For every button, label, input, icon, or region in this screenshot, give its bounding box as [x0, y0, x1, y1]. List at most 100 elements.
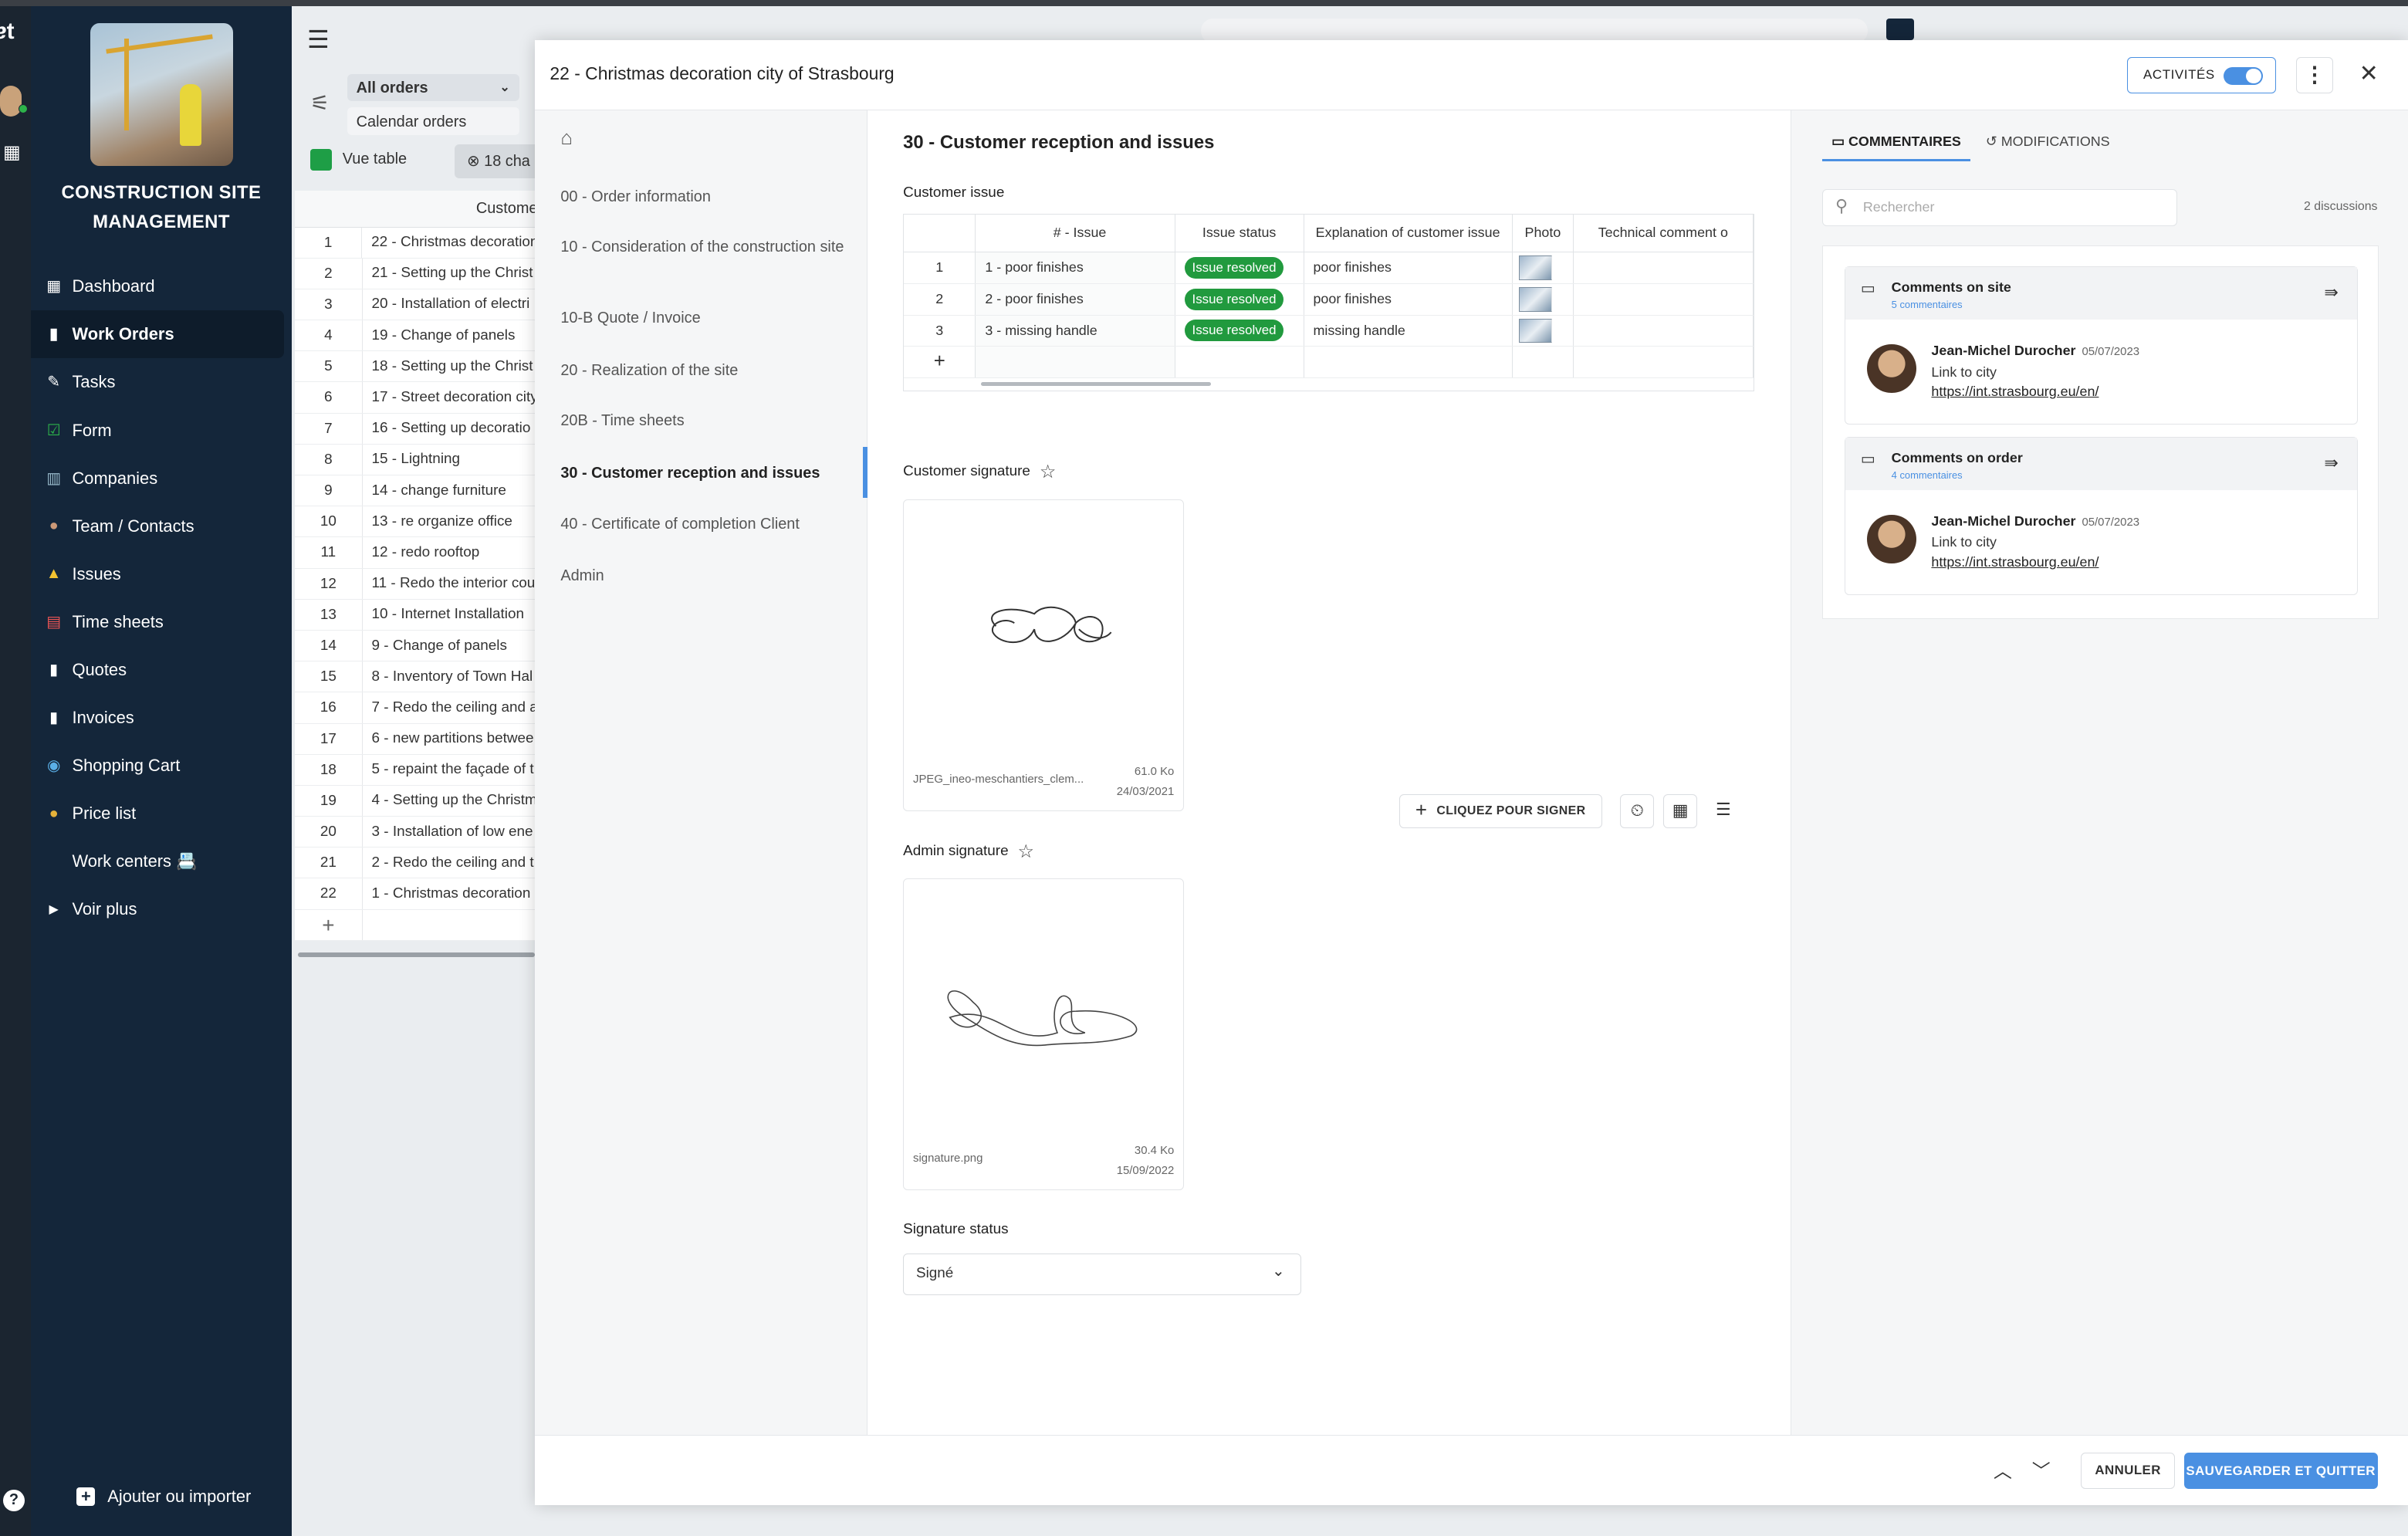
photo-thumbnail[interactable] [1518, 318, 1553, 343]
chevron-up-icon[interactable]: ︿ [1994, 1456, 2012, 1483]
user-avatar[interactable] [0, 86, 22, 117]
discussion-card[interactable]: ▭ Comments on site 5 commentaires ⇛ Jean… [1844, 266, 2358, 425]
table-row[interactable]: 7 16 - Setting up decoratio [295, 413, 538, 445]
table-row[interactable]: 18 5 - repaint the façade of t [295, 754, 538, 786]
table-row[interactable]: 6 17 - Street decoration city [295, 382, 538, 414]
issue-cell[interactable]: 3 - missing handle [976, 315, 1175, 347]
table-row[interactable]: 1 22 - Christmas decoration [295, 227, 538, 259]
sidebar-item-invoices[interactable]: ▮ Invoices [31, 694, 292, 742]
explanation-cell[interactable]: poor finishes [1304, 252, 1513, 283]
star-icon[interactable]: ☆ [1040, 461, 1056, 483]
sidebar-item-voir-plus[interactable]: ▶ Voir plus [31, 885, 292, 933]
explanation-cell[interactable]: missing handle [1304, 315, 1513, 347]
sidebar-item-time-sheets[interactable]: ▤ Time sheets [31, 598, 292, 646]
section-30[interactable]: 30 - Customer reception and issues [560, 465, 852, 482]
add-button[interactable] [1885, 18, 1914, 40]
grid-view-icon[interactable]: ▦ [1663, 793, 1697, 828]
help-icon[interactable]: ? [2, 1490, 25, 1512]
sidebar-item-form[interactable]: ☑ Form [31, 407, 292, 455]
explanation-cell[interactable]: poor finishes [1304, 283, 1513, 315]
table-row[interactable]: 13 10 - Internet Installation [295, 599, 538, 631]
issue-cell[interactable]: 1 - poor finishes [976, 252, 1175, 283]
sidebar-item-dashboard[interactable]: ▦ Dashboard [31, 262, 292, 310]
col-issue-status[interactable]: Issue status [1175, 214, 1304, 252]
comment-link[interactable]: https://int.strasbourg.eu/en/ [1931, 384, 2099, 400]
section-00[interactable]: 00 - Order information [560, 188, 852, 206]
section-admin[interactable]: Admin [560, 567, 852, 585]
col-explanation[interactable]: Explanation of customer issue [1304, 214, 1513, 252]
table-row[interactable]: 12 11 - Redo the interior cou [295, 568, 538, 600]
table-row[interactable]: 20 3 - Installation of low ene [295, 817, 538, 848]
history-icon[interactable]: ⏲ [1620, 793, 1655, 828]
more-options-icon[interactable]: ⋮ [2296, 56, 2333, 94]
table-row[interactable]: 16 7 - Redo the ceiling and a [295, 692, 538, 724]
section-20[interactable]: 20 - Realization of the site [560, 362, 852, 380]
view-select-secondary[interactable]: Calendar orders [347, 107, 519, 136]
section-10[interactable]: 10 - Consideration of the construction s… [560, 239, 852, 256]
section-40[interactable]: 40 - Certificate of completion Client [560, 516, 852, 533]
menu-icon[interactable]: ☰ [307, 25, 330, 54]
table-row[interactable]: 8 15 - Lightning [295, 444, 538, 475]
sidebar-item-companies[interactable]: ▥ Companies [31, 455, 292, 502]
comment-link[interactable]: https://int.strasbourg.eu/en/ [1931, 554, 2099, 570]
photo-thumbnail[interactable] [1518, 286, 1553, 312]
customer-signature-attachment[interactable]: JPEG_ineo-meschantiers_clem... 61.0 Ko 2… [903, 499, 1185, 811]
photo-thumbnail[interactable] [1518, 255, 1553, 281]
col-technical-comment[interactable]: Technical comment o [1574, 214, 1754, 252]
table-row[interactable]: 14 9 - Change of panels [295, 630, 538, 662]
save-and-quit-button[interactable]: SAUVEGARDER ET QUITTER [2183, 1452, 2378, 1490]
table-row[interactable]: 5 18 - Setting up the Christ [295, 351, 538, 383]
issue-row[interactable]: 22 - poor finishes Issue resolved poor fin… [904, 283, 1754, 316]
sidebar-item-issues[interactable]: ▲ Issues [31, 550, 292, 598]
comments-search-input[interactable]: ⚲ Rechercher [1822, 188, 2177, 226]
chevron-down-icon[interactable]: ﹀ [2032, 1456, 2051, 1483]
open-thread-icon[interactable]: ⇛ [2324, 283, 2338, 303]
add-row[interactable]: + [295, 909, 538, 941]
table-row[interactable]: 4 19 - Change of panels [295, 320, 538, 352]
toggle-switch[interactable] [2223, 66, 2264, 86]
list-view-icon[interactable]: ☰ [1706, 794, 1740, 828]
activities-toggle[interactable]: ACTIVITÉS [2127, 56, 2277, 94]
sidebar-item-quotes[interactable]: ▮ Quotes [31, 646, 292, 694]
home-icon[interactable]: ⌂ [560, 127, 573, 150]
col-issue[interactable]: # - Issue [976, 214, 1175, 252]
technical-comment-cell[interactable] [1574, 252, 1754, 283]
horizontal-scrollbar[interactable] [298, 952, 535, 957]
grid-scrollbar[interactable] [980, 381, 1212, 387]
technical-comment-cell[interactable] [1574, 315, 1754, 347]
table-row[interactable]: 10 13 - re organize office [295, 506, 538, 538]
section-10b[interactable]: 10-B Quote / Invoice [560, 310, 852, 327]
sidebar-item-shopping-cart[interactable]: ◉ Shopping Cart [31, 742, 292, 790]
cancel-button[interactable]: ANNULER [2081, 1452, 2175, 1490]
table-row[interactable]: 17 6 - new partitions betwee [295, 723, 538, 755]
sidebar-item-work-centers[interactable]: Work centers 📇 [31, 837, 292, 885]
table-row[interactable]: 19 4 - Setting up the Christm [295, 785, 538, 817]
filter-chip[interactable]: ⊗ 18 cha [455, 144, 547, 178]
sidebar-item-work-orders[interactable]: ▮ Work Orders [30, 310, 285, 359]
table-row[interactable]: 11 12 - redo rooftop [295, 537, 538, 569]
issue-row[interactable]: 33 - missing handle Issue resolved missing… [904, 315, 1754, 347]
add-issue-row[interactable]: + [904, 347, 1754, 378]
star-icon[interactable]: ☆ [1018, 841, 1034, 863]
table-row[interactable]: 22 1 - Christmas decoration [295, 878, 538, 910]
signature-status-select[interactable]: Signé ⌄ [903, 1253, 1301, 1295]
filter-icon[interactable]: ⚟ [310, 90, 330, 116]
discussion-card[interactable]: ▭ Comments on order 4 commentaires ⇛ Jea… [1844, 437, 2358, 596]
table-row[interactable]: 15 8 - Inventory of Town Hal [295, 661, 538, 693]
calendar-icon[interactable]: ▦ [3, 141, 21, 164]
issue-cell[interactable]: 2 - poor finishes [976, 283, 1175, 315]
sign-button[interactable]: + CLIQUEZ POUR SIGNER [1398, 793, 1602, 828]
open-thread-icon[interactable]: ⇛ [2324, 453, 2338, 473]
table-row[interactable]: 9 14 - change furniture [295, 475, 538, 507]
sidebar-item-team-contacts[interactable]: ● Team / Contacts [31, 502, 292, 550]
table-row[interactable]: 21 2 - Redo the ceiling and t [295, 848, 538, 879]
sidebar-item-tasks[interactable]: ✎ Tasks [31, 358, 292, 406]
add-import-button[interactable]: + Ajouter ou importer [76, 1487, 251, 1507]
section-20b[interactable]: 20B - Time sheets [560, 412, 852, 430]
issue-row[interactable]: 11 - poor finishes Issue resolved poor fin… [904, 252, 1754, 284]
col-photo[interactable]: Photo [1513, 214, 1574, 252]
view-select[interactable]: All orders ⌄ [347, 73, 519, 102]
tab-comments[interactable]: ▭ COMMENTAIRES [1822, 134, 1970, 162]
table-row[interactable]: 2 21 - Setting up the Christ [295, 258, 538, 289]
view-table-button[interactable]: Vue table [309, 149, 407, 171]
